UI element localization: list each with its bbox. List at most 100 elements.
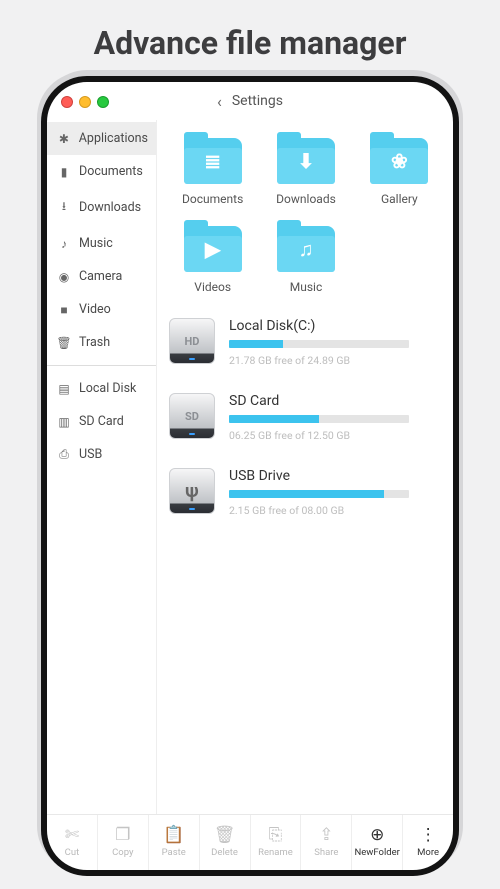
sidebar-item-music[interactable]: ♪ Music <box>47 227 156 260</box>
tool-cut[interactable]: ✄ Cut <box>47 815 98 870</box>
sidebar-item-label: SD Card <box>79 414 124 429</box>
tool-copy[interactable]: ❐ Copy <box>98 815 149 870</box>
tool-label: NewFolder <box>354 847 399 858</box>
rename-icon: ⎘ <box>269 827 283 844</box>
folder-icon: ≣ <box>184 138 242 184</box>
sidebar-item-local-disk[interactable]: ▤Local Disk <box>47 372 156 405</box>
tool-label: Share <box>314 847 338 858</box>
main-pane: ≣ Documents ⬇ Downloads ❀ Gallery ▶ Videos ♫ Musi… <box>157 120 453 814</box>
usb-icon: ⎙ <box>57 447 71 462</box>
drive-free-text: 21.78 GB free of 24.89 GB <box>229 354 443 367</box>
downloads-icon: ⭳ <box>57 197 71 218</box>
bottom-toolbar: ✄ Cut ❐ Copy 📋 Paste 🗑 Delete ⎘Rename ⇪ Share ⊕ NewF… <box>47 814 453 870</box>
sd-card-icon: ▥ <box>57 415 71 429</box>
cut-icon: ✄ <box>65 827 79 844</box>
tool-label: Delete <box>211 847 238 858</box>
videos-glyph-icon: ▶ <box>184 226 242 272</box>
storage-bar <box>229 415 409 423</box>
sidebar: ✱ Applications ▮Documents ⭳ Downloads ♪ Music ◉… <box>47 120 157 814</box>
copy-icon: ❐ <box>115 827 130 844</box>
sidebar-item-sd-card[interactable]: ▥ SD Card <box>47 405 156 438</box>
paste-icon: 📋 <box>163 827 184 844</box>
folder-label: Documents <box>169 192 256 206</box>
folder-icon: ♫ <box>277 226 335 272</box>
sidebar-item-label: Documents <box>79 164 143 179</box>
gallery-glyph-icon: ❀ <box>370 138 428 184</box>
drive-free-text: 06.25 GB free of 12.50 GB <box>229 429 443 442</box>
video-icon: ■ <box>57 303 71 317</box>
sidebar-item-downloads[interactable]: ⭳ Downloads <box>47 188 156 227</box>
sidebar-item-camera[interactable]: ◉ Camera <box>47 260 156 293</box>
drive-name: SD Card <box>229 393 443 409</box>
drive-usb-drive[interactable]: ψ USB Drive 2.15 GB free of 08.00 GB <box>169 468 443 517</box>
storage-bar <box>229 490 409 498</box>
folder-icon: ❀ <box>370 138 428 184</box>
sidebar-item-usb[interactable]: ⎙ USB <box>47 438 156 471</box>
folder-label: Downloads <box>262 192 349 206</box>
titlebar-label[interactable]: Settings <box>232 93 283 109</box>
music-icon: ♪ <box>57 237 71 251</box>
camera-icon: ◉ <box>57 270 71 284</box>
folder-downloads[interactable]: ⬇ Downloads <box>262 130 349 212</box>
drive-icon: HD <box>169 318 215 364</box>
sidebar-item-label: USB <box>79 447 102 462</box>
phone-frame: ‹ Settings ✱ Applications ▮Documents ⭳ Downl… <box>41 76 459 876</box>
sidebar-item-label: Trash <box>79 335 110 350</box>
share-icon: ⇪ <box>319 827 333 844</box>
downloads-glyph-icon: ⬇ <box>277 138 335 184</box>
close-icon[interactable] <box>61 96 73 108</box>
delete-icon: 🗑 <box>214 827 236 844</box>
maximize-icon[interactable] <box>97 96 109 108</box>
sidebar-item-trash[interactable]: 🗑 Trash <box>47 326 156 359</box>
sidebar-item-label: Local Disk <box>79 381 136 396</box>
sidebar-item-documents[interactable]: ▮Documents <box>47 155 156 188</box>
tool-label: Cut <box>65 847 80 858</box>
applications-icon: ✱ <box>57 132 71 146</box>
sidebar-item-label: Music <box>79 236 113 251</box>
tool-paste[interactable]: 📋 Paste <box>149 815 200 870</box>
sidebar-item-label: Applications <box>79 131 148 146</box>
sidebar-item-label: Camera <box>79 269 122 284</box>
drive-local-disk[interactable]: HD Local Disk(C:) 21.78 GB free of 24.89 G… <box>169 318 443 367</box>
folder-label: Gallery <box>356 192 443 206</box>
sidebar-item-applications[interactable]: ✱ Applications <box>47 122 156 155</box>
folder-grid: ≣ Documents ⬇ Downloads ❀ Gallery ▶ Videos ♫ Musi… <box>169 130 443 300</box>
tool-label: More <box>417 847 439 858</box>
drive-icon: SD <box>169 393 215 439</box>
sidebar-item-label: Downloads <box>79 200 141 215</box>
minimize-icon[interactable] <box>79 96 91 108</box>
trash-icon: 🗑 <box>57 336 71 350</box>
window-controls <box>61 96 109 108</box>
folder-label: Videos <box>169 280 256 294</box>
drive-free-text: 2.15 GB free of 08.00 GB <box>229 504 443 517</box>
storage-bar <box>229 340 409 348</box>
tool-more[interactable]: ⋮ More <box>403 815 453 870</box>
tool-delete[interactable]: 🗑 Delete <box>200 815 251 870</box>
tool-rename[interactable]: ⎘Rename <box>251 815 302 870</box>
tool-share[interactable]: ⇪ Share <box>301 815 352 870</box>
tool-label: Copy <box>112 847 133 858</box>
drive-sd-card[interactable]: SD SD Card 06.25 GB free of 12.50 GB <box>169 393 443 442</box>
folder-icon: ⬇ <box>277 138 335 184</box>
more-icon: ⋮ <box>420 827 437 844</box>
newfolder-icon: ⊕ <box>370 827 384 844</box>
tool-newfolder[interactable]: ⊕ NewFolder <box>352 815 403 870</box>
drive-name: USB Drive <box>229 468 443 484</box>
folder-icon: ▶ <box>184 226 242 272</box>
sidebar-separator <box>47 365 156 366</box>
folder-videos[interactable]: ▶ Videos <box>169 218 256 300</box>
sidebar-item-label: Video <box>79 302 111 317</box>
promo-title: Advance file manager <box>0 0 500 76</box>
sidebar-item-video[interactable]: ■ Video <box>47 293 156 326</box>
folder-gallery[interactable]: ❀ Gallery <box>356 130 443 212</box>
drive-list: HD Local Disk(C:) 21.78 GB free of 24.89 G… <box>169 318 443 517</box>
documents-glyph-icon: ≣ <box>184 138 242 184</box>
folder-label: Music <box>262 280 349 294</box>
back-icon[interactable]: ‹ <box>217 92 222 111</box>
tool-label: Paste <box>162 847 186 858</box>
drive-icon: ψ <box>169 468 215 514</box>
music-glyph-icon: ♫ <box>277 226 335 272</box>
drive-name: Local Disk(C:) <box>229 318 443 334</box>
folder-music[interactable]: ♫ Music <box>262 218 349 300</box>
folder-documents[interactable]: ≣ Documents <box>169 130 256 212</box>
